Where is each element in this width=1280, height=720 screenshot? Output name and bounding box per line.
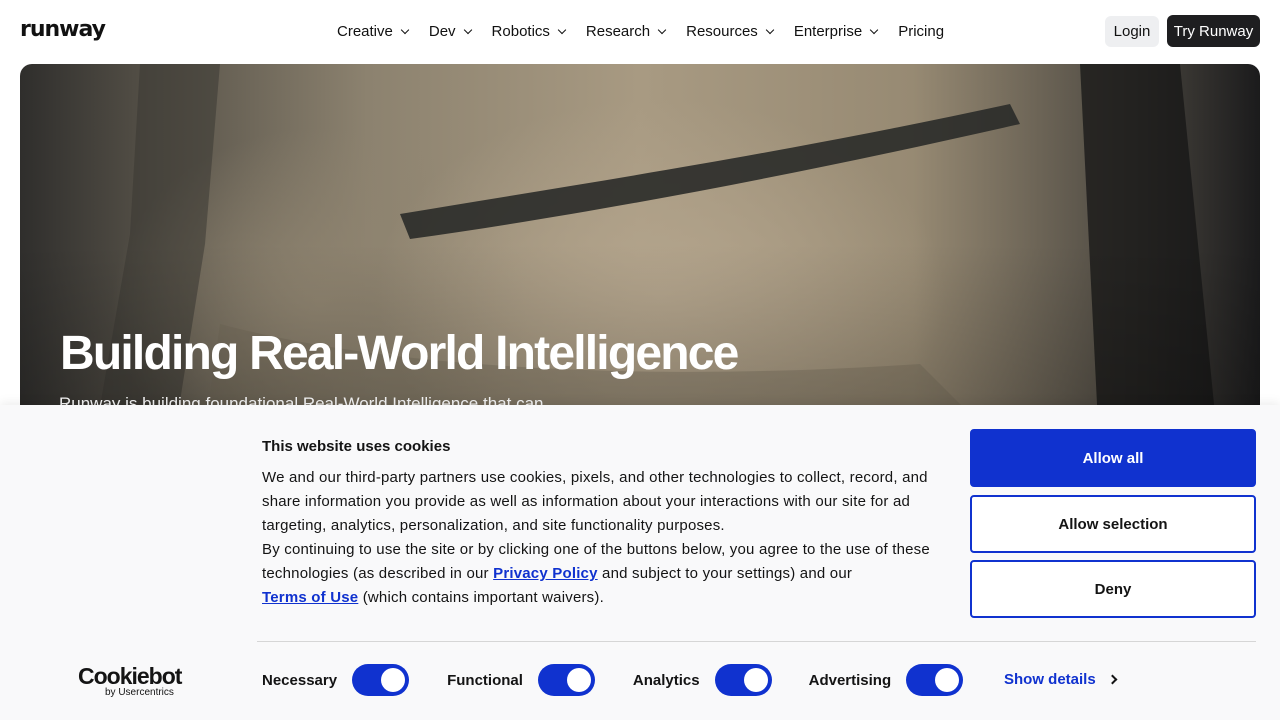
functional-toggle[interactable] bbox=[537, 664, 595, 696]
hero-title: Building Real-World Intelligence bbox=[60, 327, 739, 380]
cookiebot-logo: Cookiebot by Usercentrics bbox=[78, 663, 182, 698]
necessary-toggle[interactable] bbox=[352, 664, 410, 696]
divider bbox=[257, 641, 1256, 642]
nav-label: Pricing bbox=[898, 22, 945, 40]
toggle-knob bbox=[935, 668, 960, 692]
allow-all-button[interactable]: Allow all bbox=[970, 429, 1256, 487]
chevron-down-icon bbox=[765, 25, 775, 34]
nav-robotics[interactable]: Robotics bbox=[491, 22, 567, 40]
toggle-label-analytics: Analytics bbox=[632, 671, 700, 689]
runway-logo[interactable]: runway bbox=[20, 17, 106, 43]
cookie-description: We and our third-party partners use cook… bbox=[262, 466, 932, 610]
chevron-down-icon bbox=[400, 25, 410, 34]
try-runway-button[interactable]: Try Runway bbox=[1167, 15, 1260, 47]
cookie-text-p2c: (which contains important waivers). bbox=[358, 589, 604, 606]
toggle-label-necessary: Necessary bbox=[262, 671, 338, 689]
cookie-title: This website uses cookies bbox=[262, 438, 451, 455]
terms-of-use-link[interactable]: Terms of Use bbox=[262, 589, 358, 606]
chevron-down-icon bbox=[869, 25, 879, 34]
cookie-text-p2b: and subject to your settings) and our bbox=[597, 565, 853, 582]
toggle-knob bbox=[566, 668, 591, 692]
nav-label: Creative bbox=[337, 22, 393, 40]
nav-research[interactable]: Research bbox=[585, 22, 667, 40]
toggle-label-functional: Functional bbox=[447, 671, 523, 689]
consent-toggles: Necessary Functional Analytics Advertisi… bbox=[262, 664, 964, 696]
nav-creative[interactable]: Creative bbox=[337, 22, 410, 40]
nav-pricing[interactable]: Pricing bbox=[898, 23, 944, 40]
nav-resources[interactable]: Resources bbox=[686, 22, 775, 40]
chevron-down-icon bbox=[557, 25, 567, 34]
nav-dev[interactable]: Dev bbox=[428, 22, 472, 40]
allow-selection-button[interactable]: Allow selection bbox=[970, 495, 1256, 553]
show-details-label: Show details bbox=[1004, 671, 1096, 688]
toggle-knob bbox=[743, 668, 768, 692]
toggle-knob bbox=[381, 668, 406, 692]
nav-label: Robotics bbox=[491, 22, 550, 40]
nav-label: Resources bbox=[686, 22, 758, 40]
cookie-text-p1: We and our third-party partners use cook… bbox=[262, 469, 928, 534]
main-nav: Creative Dev Robotics Research Resources… bbox=[337, 0, 944, 62]
analytics-toggle[interactable] bbox=[714, 664, 772, 696]
chevron-down-icon bbox=[657, 25, 667, 34]
cookiebot-byline: by Usercentrics bbox=[105, 687, 174, 698]
toggle-label-advertising: Advertising bbox=[808, 671, 892, 689]
nav-label: Enterprise bbox=[793, 22, 863, 40]
chevron-right-icon bbox=[1107, 674, 1118, 685]
advertising-toggle[interactable] bbox=[906, 664, 964, 696]
cookie-banner: This website uses cookies We and our thi… bbox=[0, 405, 1280, 720]
hero-section: Building Real-World Intelligence Runway … bbox=[20, 64, 1260, 464]
nav-label: Research bbox=[585, 22, 651, 40]
login-button[interactable]: Login bbox=[1105, 16, 1159, 47]
nav-enterprise[interactable]: Enterprise bbox=[793, 22, 879, 40]
privacy-policy-link[interactable]: Privacy Policy bbox=[493, 565, 598, 582]
deny-button[interactable]: Deny bbox=[970, 560, 1256, 618]
site-header: runway Creative Dev Robotics Research Re… bbox=[0, 0, 1280, 62]
cookiebot-wordmark: Cookiebot bbox=[78, 663, 182, 689]
show-details-link[interactable]: Show details bbox=[1004, 671, 1118, 688]
nav-label: Dev bbox=[428, 22, 456, 40]
chevron-down-icon bbox=[463, 25, 472, 34]
